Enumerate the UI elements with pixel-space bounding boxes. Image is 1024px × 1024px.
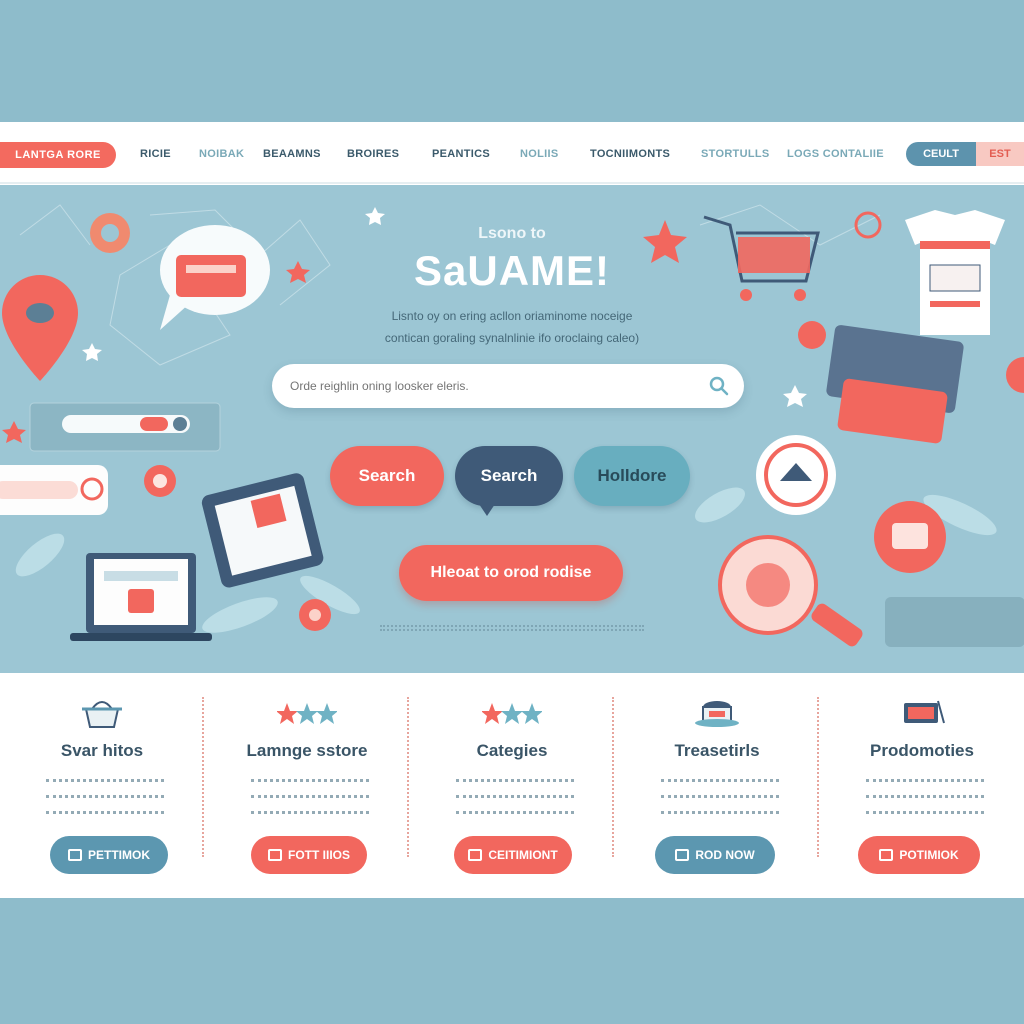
search-bar[interactable]: [272, 364, 744, 408]
brand-logo[interactable]: LANTGA RORE: [0, 142, 116, 168]
top-navbar: LANTGA RORE RICIE NOIBAK BEAAMNS BROIRES…: [0, 124, 1024, 184]
info-plate-decor: [885, 597, 1024, 647]
feature-cards: Svar hitos PETTIMOK Lamnge sstore FOTT I…: [0, 675, 1024, 897]
feature-card-title: Prodomoties: [870, 741, 974, 760]
tablet-icon: [201, 473, 324, 588]
hero-subtitle: Lisnto oy on ering acllon oriaminome noc…: [330, 305, 694, 349]
card-divider: [612, 697, 614, 857]
text-line: [456, 779, 574, 782]
card-divider: [407, 697, 409, 857]
magnifier-icon: [718, 535, 863, 647]
feature-card-title: Treasetirls: [674, 741, 760, 760]
feature-card-3: Categies CEITIMIONT: [410, 675, 614, 897]
feature-card-button[interactable]: ROD NOW: [655, 836, 775, 874]
holldore-button[interactable]: Holldore: [574, 446, 690, 506]
login-button[interactable]: CEULT: [906, 142, 976, 166]
feature-card-button-label: ROD NOW: [695, 848, 755, 862]
basket-icon: [82, 701, 122, 728]
feature-card-title: Categies: [476, 741, 548, 760]
nav-link-4[interactable]: BROIRES: [347, 148, 399, 160]
coupon-tag-left: [0, 465, 176, 515]
edge-circle-decor: [1006, 357, 1024, 393]
feature-card-button[interactable]: PETTIMOK: [50, 836, 168, 874]
hero-subtitle-line-1: Lisnto oy on ering acllon oriaminome noc…: [391, 309, 633, 323]
search-button-secondary[interactable]: Search: [455, 446, 563, 516]
feature-card-button[interactable]: FOTT IIIOS: [251, 836, 367, 874]
text-line: [251, 779, 369, 782]
hero-section: Lsono to SaUAME! Lisnto oy on ering acll…: [0, 185, 1024, 673]
feature-card-button[interactable]: POTIMIOK: [858, 836, 980, 874]
cart-icon: [904, 700, 945, 724]
text-line: [251, 795, 369, 798]
nav-link-5[interactable]: PEANTICS: [432, 148, 490, 160]
nav-link-9[interactable]: LOGS CONTALIIE: [787, 148, 884, 160]
card-icon-small: [468, 849, 483, 861]
hero-dotted-divider: [380, 625, 644, 631]
card-divider: [817, 697, 819, 857]
flower-decor: [299, 599, 331, 631]
nav-link-1[interactable]: RICIE: [140, 148, 171, 160]
text-line: [46, 795, 164, 798]
text-line: [456, 795, 574, 798]
cta-button[interactable]: Hleoat to orod rodise: [399, 545, 623, 601]
feature-card-2: Lamnge sstore FOTT IIIOS: [205, 675, 409, 897]
cup-icon: [695, 701, 739, 727]
card-icon-small: [68, 849, 82, 861]
hero-title: SaUAME!: [413, 247, 611, 294]
text-line: [661, 779, 779, 782]
text-line: [866, 779, 984, 782]
feature-card-button[interactable]: CEITIMIONT: [454, 836, 572, 874]
nav-link-7[interactable]: TOCNIIMONTS: [590, 148, 670, 160]
card-icon-small: [675, 849, 690, 861]
feature-card-button-label: POTIMIOK: [899, 848, 959, 862]
feature-card-button-label: CEITIMIONT: [488, 848, 558, 862]
search-icon[interactable]: [708, 375, 730, 397]
feature-card-title: Lamnge sstore: [246, 741, 368, 760]
text-line: [661, 795, 779, 798]
hero-subtitle-line-2: contican goraling synalnlinie ifo orocla…: [384, 331, 640, 345]
card-icon-small: [268, 849, 282, 861]
nav-link-8[interactable]: STORTULLS: [701, 148, 770, 160]
text-line: [46, 811, 164, 814]
text-line: [456, 811, 574, 814]
nav-link-3[interactable]: BEAAMNS: [263, 148, 321, 160]
coupon-circle-icon: [874, 501, 946, 573]
card-icon-small: [879, 849, 894, 861]
text-line: [866, 795, 984, 798]
nav-link-2[interactable]: NOIBAK: [199, 148, 244, 160]
stars-icon: [277, 703, 337, 724]
signup-button[interactable]: EST: [976, 142, 1024, 166]
badge-icon: [756, 435, 836, 515]
dot-decor: [798, 321, 826, 349]
laptop-icon: [70, 553, 212, 641]
feature-card-1: Svar hitos PETTIMOK: [0, 675, 204, 897]
credit-card-icon: [826, 325, 964, 444]
feature-card-button-label: FOTT IIIOS: [288, 848, 350, 862]
nav-link-6[interactable]: NOLIIS: [520, 148, 558, 160]
text-line: [251, 811, 369, 814]
slider-widget: [29, 402, 221, 452]
card-divider: [202, 697, 204, 857]
text-line: [661, 811, 779, 814]
feature-card-button-label: PETTIMOK: [88, 848, 150, 862]
text-line: [866, 811, 984, 814]
hero-pretitle: Lsono to: [478, 225, 546, 242]
feature-card-5: Prodomoties POTIMIOK: [820, 675, 1024, 897]
search-input[interactable]: [290, 374, 690, 398]
feature-card-4: Treasetirls ROD NOW: [615, 675, 819, 897]
search-button-primary[interactable]: Search: [330, 446, 444, 506]
text-line: [46, 779, 164, 782]
feature-card-title: Svar hitos: [60, 741, 144, 760]
stars-icon: [482, 703, 542, 724]
